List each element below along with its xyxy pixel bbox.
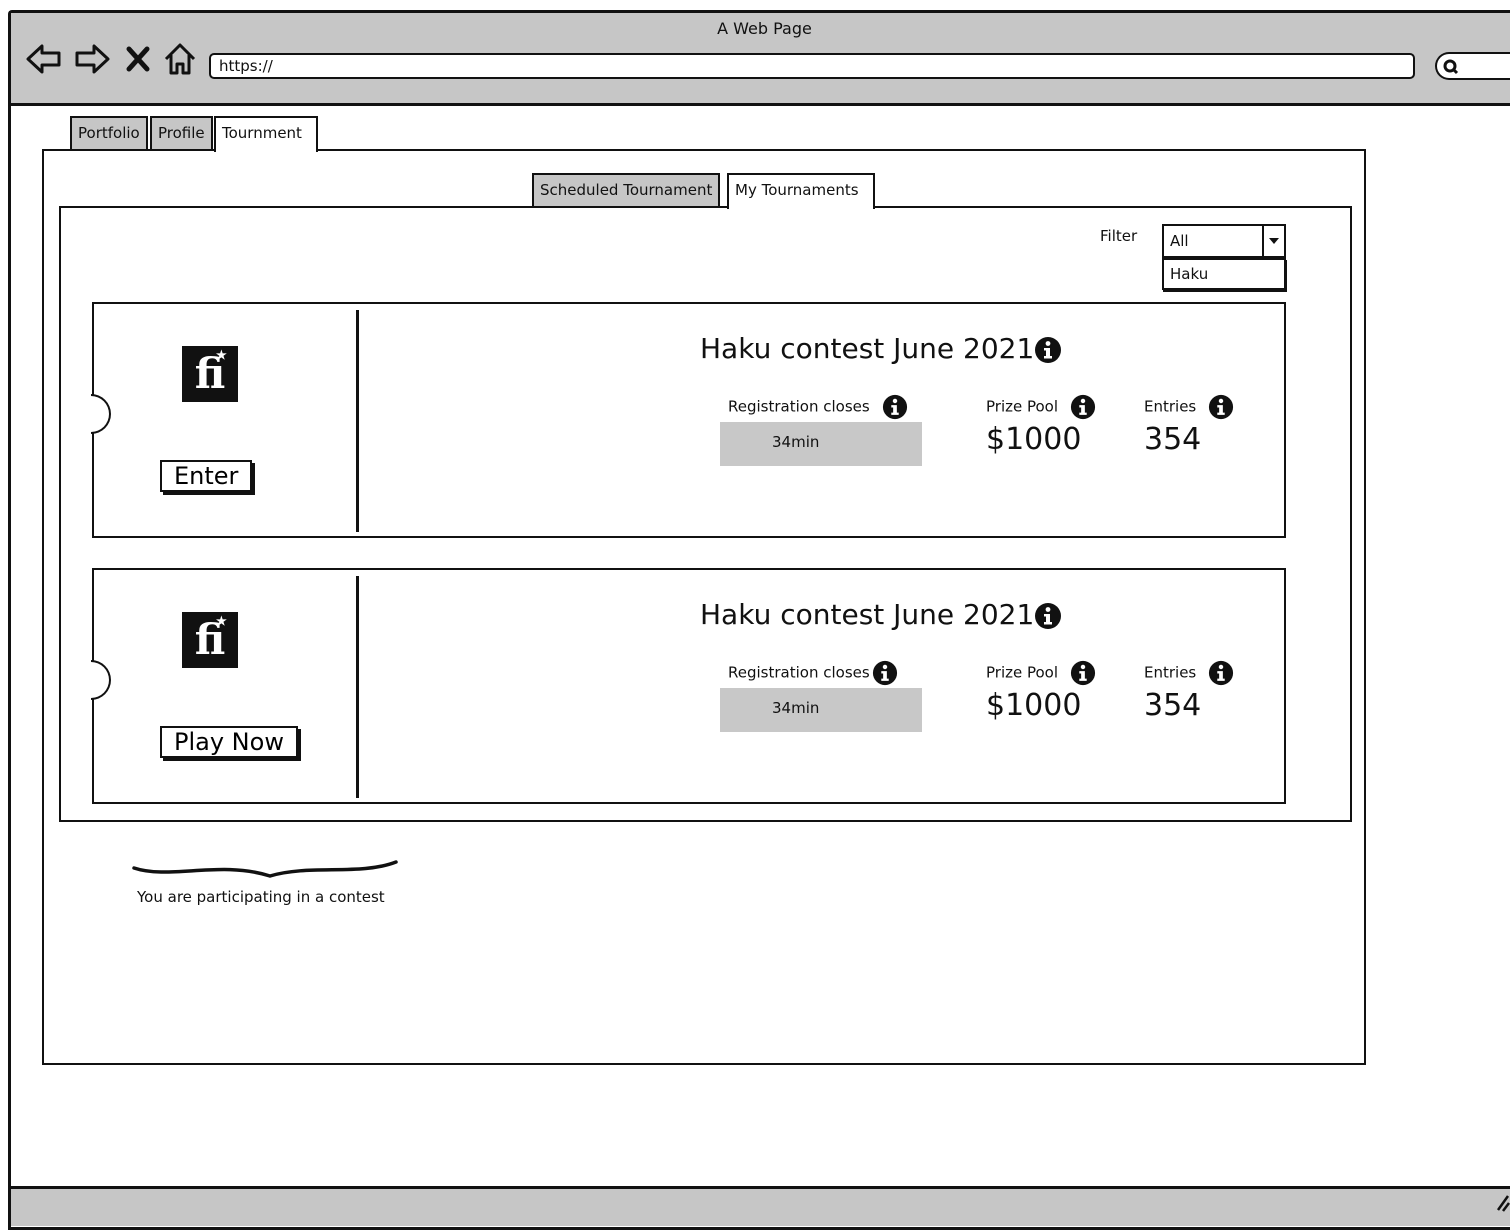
search-icon (1443, 59, 1459, 75)
home-icon[interactable] (161, 41, 199, 77)
entries-value: 354 (1144, 422, 1202, 457)
registration-countdown: 34min (720, 688, 922, 732)
tab-my-tournaments[interactable]: My Tournaments (727, 173, 875, 209)
entries-value: 354 (1144, 688, 1202, 723)
status-bar (11, 1186, 1510, 1226)
tab-scheduled-tournament[interactable]: Scheduled Tournament (532, 173, 721, 207)
prize-pool-label-text: Prize Pool (986, 397, 1059, 416)
enter-button[interactable]: Enter (160, 460, 253, 492)
star-icon: ★ (216, 348, 227, 362)
filter-select[interactable]: All (1162, 224, 1286, 258)
card-divider (356, 310, 359, 532)
entries-label-text: Entries (1144, 663, 1197, 682)
registration-label: Registration closes (728, 660, 898, 686)
tournament-card: fi ★ Enter Haku contest June 2021 Regist… (91, 302, 1286, 538)
prize-pool-label: Prize Pool (986, 660, 1096, 686)
prize-pool-value: $1000 (986, 422, 1082, 457)
registration-countdown: 34min (720, 422, 922, 466)
tab-tournment[interactable]: Tournment (214, 116, 318, 152)
info-icon[interactable] (1208, 660, 1234, 686)
caret-down-icon (1269, 238, 1279, 244)
info-icon[interactable] (1034, 602, 1062, 630)
card-divider (356, 576, 359, 798)
forward-arrow-icon[interactable] (73, 41, 111, 77)
info-icon[interactable] (1034, 336, 1062, 364)
info-icon[interactable] (872, 660, 898, 686)
registration-label-text: Registration closes (728, 663, 870, 682)
participation-note: You are participating in a contest (137, 888, 385, 906)
back-arrow-icon[interactable] (25, 41, 63, 77)
info-icon[interactable] (882, 394, 908, 420)
registration-label: Registration closes (728, 394, 908, 420)
registration-label-text: Registration closes (728, 397, 870, 416)
tournament-title: Haku contest June 2021 (700, 332, 1062, 365)
filter-dropdown-icon[interactable] (1262, 226, 1284, 256)
info-icon[interactable] (1208, 394, 1234, 420)
entries-label-text: Entries (1144, 397, 1197, 416)
prize-pool-value: $1000 (986, 688, 1082, 723)
close-x-icon[interactable] (123, 41, 153, 77)
ticket-notch (91, 394, 111, 434)
filter-selected-value: All (1170, 232, 1189, 250)
tournament-title-text: Haku contest June 2021 (700, 598, 1035, 631)
window-title: A Web Page (717, 19, 812, 38)
tab-profile[interactable]: Profile (150, 116, 213, 150)
play-now-button[interactable]: Play Now (160, 726, 298, 758)
url-input[interactable]: https:// (209, 53, 1415, 79)
browser-toolbar: A Web Page https:// (11, 13, 1510, 106)
resize-grip-icon[interactable] (1494, 1192, 1510, 1212)
brand-logo-icon: fi ★ (182, 346, 238, 402)
ticket-notch (91, 660, 111, 700)
search-input[interactable] (1435, 52, 1510, 80)
brand-logo-icon: fi ★ (182, 612, 238, 668)
entries-label: Entries (1144, 660, 1234, 686)
curly-brace-icon (132, 860, 398, 878)
prize-pool-label-text: Prize Pool (986, 663, 1059, 682)
filter-label: Filter (1100, 227, 1138, 245)
prize-pool-label: Prize Pool (986, 394, 1096, 420)
filter-option-haku[interactable]: Haku (1162, 258, 1286, 290)
entries-label: Entries (1144, 394, 1234, 420)
tab-portfolio[interactable]: Portfolio (70, 116, 148, 150)
tournament-title-text: Haku contest June 2021 (700, 332, 1035, 365)
info-icon[interactable] (1070, 394, 1096, 420)
info-icon[interactable] (1070, 660, 1096, 686)
tournament-card: fi ★ Play Now Haku contest June 2021 Reg… (91, 568, 1286, 804)
tournament-title: Haku contest June 2021 (700, 598, 1062, 631)
star-icon: ★ (216, 614, 227, 628)
